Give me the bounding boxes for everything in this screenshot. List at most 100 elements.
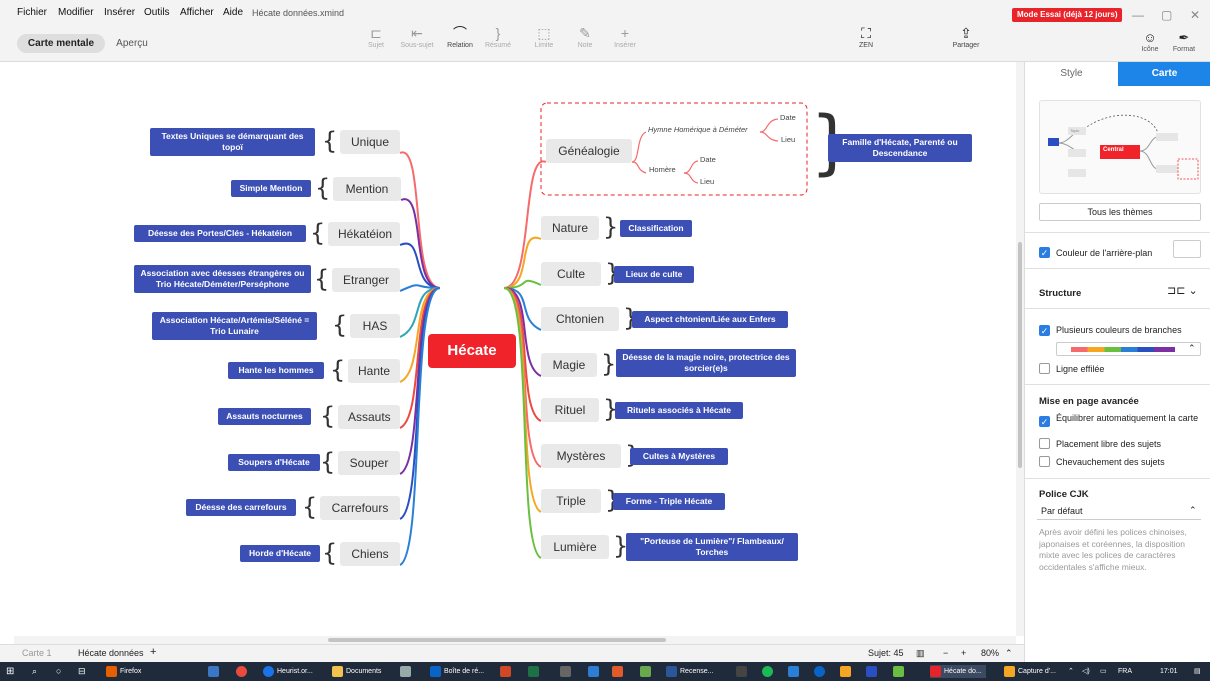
branch-color-select[interactable]: ⌃ bbox=[1056, 342, 1201, 356]
summary-label[interactable]: Déesse des carrefours bbox=[186, 499, 296, 516]
boundary-button[interactable]: ⬚ Limite bbox=[524, 24, 564, 60]
taskbar-excel[interactable] bbox=[528, 665, 542, 678]
summary-label[interactable]: Association avec déesses étrangères ou T… bbox=[134, 265, 311, 293]
topic-3-left[interactable]: Etranger bbox=[332, 268, 400, 292]
tab-style[interactable]: Style bbox=[1025, 62, 1118, 86]
tray-up-icon[interactable]: ⌃ bbox=[1068, 665, 1074, 678]
taskbar-app-9[interactable] bbox=[866, 665, 880, 678]
notification-icon[interactable]: ▤ bbox=[1194, 665, 1201, 678]
topic-2-left[interactable]: Hékatéion bbox=[328, 222, 400, 246]
summary-label[interactable]: Cultes à Mystères bbox=[630, 448, 728, 465]
task-view-icon[interactable]: ⊟ bbox=[78, 665, 86, 678]
tab-map[interactable]: Carte bbox=[1118, 62, 1210, 86]
topic-2-right[interactable]: Culte bbox=[541, 262, 601, 286]
vertical-scrollbar[interactable] bbox=[1016, 62, 1024, 636]
topic-0-left[interactable]: Unique bbox=[340, 130, 400, 154]
bg-color-checkbox[interactable]: ✓ bbox=[1039, 247, 1050, 258]
trial-badge[interactable]: Mode Essai (déjà 12 jours) bbox=[1012, 8, 1123, 22]
topic-9-left[interactable]: Chiens bbox=[340, 542, 400, 566]
summary-label[interactable]: Déesse des Portes/Clés - Hékatéion bbox=[134, 225, 306, 242]
summary-label[interactable]: Hante les hommes bbox=[228, 362, 324, 379]
menu-edit[interactable]: Modifier bbox=[58, 7, 94, 18]
taskbar-settings[interactable] bbox=[560, 665, 574, 678]
taskbar-word[interactable]: Recense... bbox=[666, 665, 713, 678]
sheet-tab-2[interactable]: Hécate données bbox=[78, 648, 144, 658]
topic-5-right[interactable]: Rituel bbox=[541, 398, 599, 422]
taskbar-capture[interactable]: Capture d'... bbox=[1004, 665, 1056, 678]
genealogy-homer[interactable]: Homère bbox=[649, 165, 676, 174]
close-icon[interactable]: ✕ bbox=[1190, 8, 1200, 22]
vertical-scroll-thumb[interactable] bbox=[1018, 242, 1022, 468]
menu-view[interactable]: Afficher bbox=[180, 7, 214, 18]
search-icon[interactable]: ⌕ bbox=[32, 665, 37, 678]
topic-8-left[interactable]: Carrefours bbox=[320, 496, 400, 520]
summary-label[interactable]: Soupers d'Hécate bbox=[228, 454, 320, 471]
topic-7-right[interactable]: Triple bbox=[541, 489, 601, 513]
summary-label[interactable]: Association Hécate/Artémis/Séléné = Trio… bbox=[152, 312, 317, 340]
start-icon[interactable]: ⊞ bbox=[6, 665, 14, 678]
topic-5-left[interactable]: Hante bbox=[348, 359, 400, 383]
topic-3-right[interactable]: Chtonien bbox=[541, 307, 619, 331]
summary-label[interactable]: Déesse de la magie noire, protectrice de… bbox=[616, 349, 796, 377]
horizontal-scrollbar[interactable] bbox=[14, 636, 1016, 644]
taskbar-app-8[interactable] bbox=[840, 665, 854, 678]
relationship-button[interactable]: ⌒ Relation bbox=[440, 24, 480, 60]
taskbar-app-7[interactable] bbox=[788, 665, 802, 678]
taskbar-powerpoint[interactable] bbox=[500, 665, 514, 678]
topic-6-right[interactable]: Mystères bbox=[541, 444, 621, 468]
add-subtopic-button[interactable]: ⇤ Sous-sujet bbox=[397, 24, 437, 60]
summary-button[interactable]: } Résumé bbox=[478, 24, 518, 60]
theme-thumbnail[interactable]: Central Topic bbox=[1039, 100, 1201, 194]
topic-6-left[interactable]: Assauts bbox=[338, 405, 400, 429]
taskbar-chrome[interactable] bbox=[236, 665, 250, 678]
summary-label[interactable]: "Porteuse de Lumière"/ Flambeaux/ Torche… bbox=[626, 533, 798, 561]
genealogy-hymn[interactable]: Hymne Homérique à Déméter bbox=[648, 125, 748, 134]
summary-label[interactable]: Assauts nocturnes bbox=[218, 408, 311, 425]
summary-label[interactable]: Forme - Triple Hécate bbox=[613, 493, 725, 510]
overlap-checkbox[interactable] bbox=[1039, 456, 1050, 467]
map-outline-icon[interactable]: ▥ bbox=[916, 648, 925, 659]
menu-file[interactable]: Fichier bbox=[17, 7, 47, 18]
taskbar-spotify[interactable] bbox=[762, 665, 776, 678]
sheet-tab-1[interactable]: Carte 1 bbox=[22, 648, 52, 658]
clock[interactable]: 17:01 bbox=[1160, 665, 1178, 678]
topic-7-left[interactable]: Souper bbox=[338, 451, 400, 475]
zoom-out-button[interactable]: − bbox=[943, 648, 948, 658]
taskbar-app-10[interactable] bbox=[893, 665, 907, 678]
taskbar-help[interactable] bbox=[814, 665, 828, 678]
minimize-icon[interactable]: — bbox=[1132, 8, 1144, 22]
input-language[interactable]: FRA bbox=[1118, 665, 1132, 678]
zoom-in-button[interactable]: + bbox=[961, 648, 966, 658]
topic-4-left[interactable]: HAS bbox=[350, 314, 400, 338]
network-icon[interactable]: ▭ bbox=[1100, 665, 1107, 678]
add-sheet-button[interactable]: + bbox=[150, 646, 156, 658]
volume-icon[interactable]: ◁) bbox=[1082, 665, 1090, 678]
mindmap-canvas[interactable]: Hécate Hymne Homérique à Déméter Date Li… bbox=[0, 62, 1016, 636]
taskbar-app-2[interactable] bbox=[208, 665, 222, 678]
cortana-icon[interactable]: ○ bbox=[56, 665, 61, 678]
taskbar-mail[interactable]: Boîte de ré... bbox=[430, 665, 484, 678]
summary-label[interactable]: Rituels associés à Hécate bbox=[615, 402, 743, 419]
taskbar-heurist[interactable]: Heurist.or... bbox=[263, 665, 313, 678]
topic-8-right[interactable]: Lumière bbox=[541, 535, 609, 559]
horizontal-scroll-thumb[interactable] bbox=[328, 638, 666, 642]
taskbar-app-printer[interactable] bbox=[400, 665, 414, 678]
taskbar-app-6[interactable] bbox=[736, 665, 750, 678]
summary-label[interactable]: Horde d'Hécate bbox=[240, 545, 320, 562]
topic-1-left[interactable]: Mention bbox=[333, 177, 401, 201]
bg-color-swatch[interactable] bbox=[1173, 240, 1201, 258]
add-topic-button[interactable]: ⊏ Sujet bbox=[356, 24, 396, 60]
taskbar-app-3[interactable] bbox=[588, 665, 602, 678]
zen-button[interactable]: ⛶ ZEN bbox=[846, 24, 886, 60]
zoom-level[interactable]: 80% bbox=[981, 648, 999, 658]
topic-0-right[interactable]: Généalogie bbox=[546, 139, 632, 163]
topic-4-right[interactable]: Magie bbox=[541, 353, 597, 377]
cjk-font-select[interactable]: Par défaut ⌃ bbox=[1037, 504, 1201, 520]
all-themes-button[interactable]: Tous les thèmes bbox=[1039, 203, 1201, 221]
insert-button[interactable]: + Insérer bbox=[605, 24, 645, 60]
summary-label[interactable]: Textes Uniques se démarquant des topoï bbox=[150, 128, 315, 156]
multi-colors-checkbox[interactable]: ✓ bbox=[1039, 325, 1050, 336]
summary-label[interactable]: Aspect chtonien/Liée aux Enfers bbox=[632, 311, 788, 328]
summary-label[interactable]: Famille d'Hécate, Parenté ou Descendance bbox=[828, 134, 972, 162]
taskbar-firefox[interactable]: Firefox bbox=[106, 665, 141, 678]
